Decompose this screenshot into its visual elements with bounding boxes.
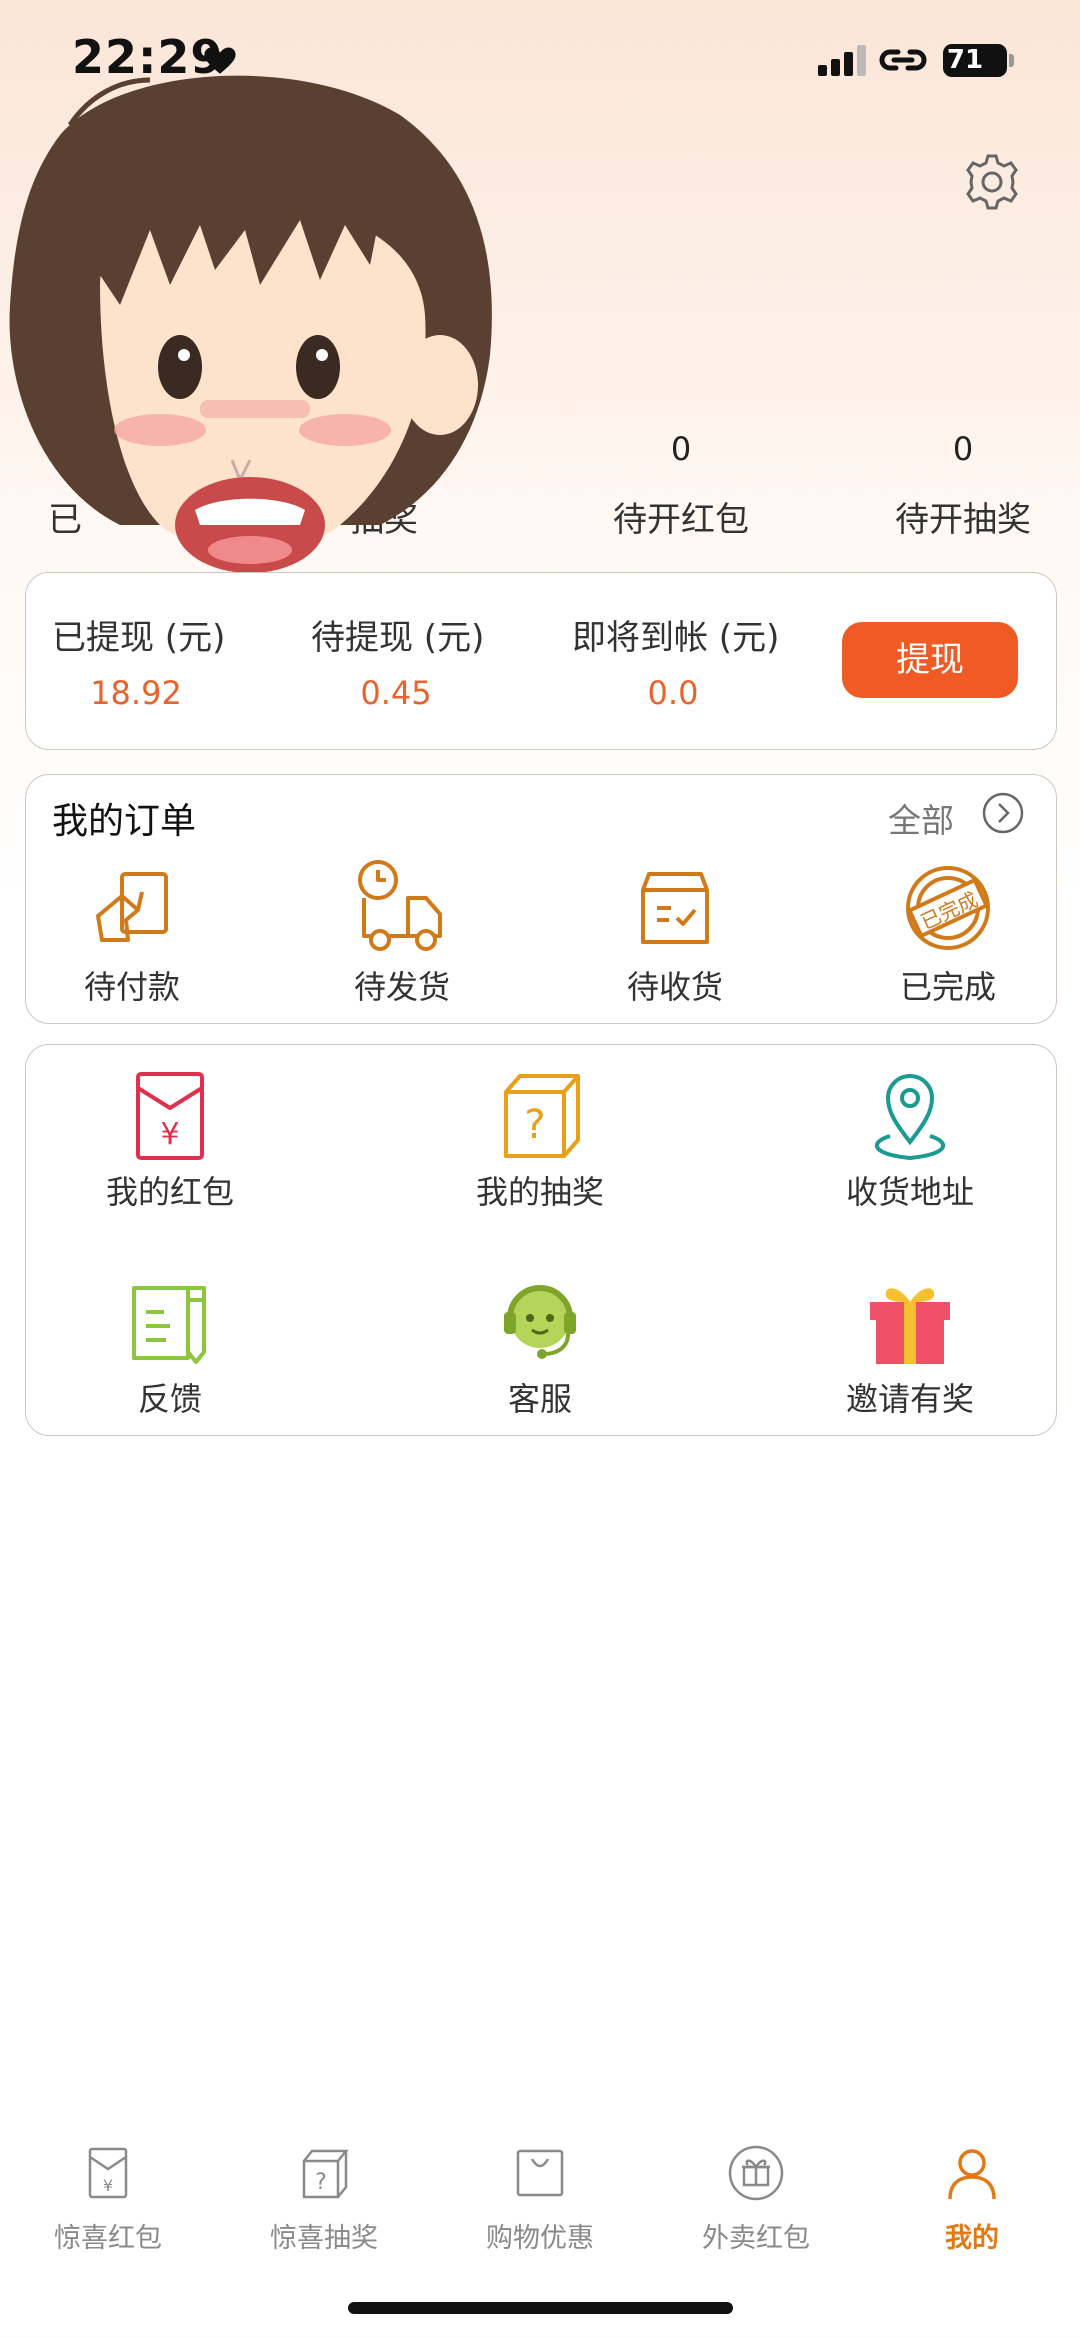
completed-stamp-icon[interactable]: 已完成 [898, 856, 998, 956]
arriving-label: 即将到帐 (元) [572, 618, 780, 658]
home-indicator[interactable] [348, 2302, 733, 2314]
gear-icon[interactable] [962, 152, 1022, 212]
withdraw-button[interactable]: 提现 [842, 622, 1018, 698]
customer-service-icon[interactable] [490, 1272, 590, 1372]
location-pin-icon[interactable] [860, 1066, 960, 1166]
stat-value: 0 [670, 430, 692, 468]
service-label[interactable]: 我的抽奖 [430, 1167, 650, 1213]
withdrawn-label: 已提现 (元) [52, 618, 226, 658]
battery-cap [1009, 54, 1014, 67]
service-label[interactable]: 我的红包 [60, 1167, 280, 1213]
withdrawn-value: 18.92 [90, 674, 182, 712]
tab-takeout-red-envelope[interactable]: 外卖红包 [666, 2216, 846, 2255]
chevron-right-icon[interactable] [982, 792, 1024, 834]
shopping-bag-icon[interactable] [510, 2143, 570, 2203]
package-box-icon[interactable] [625, 856, 725, 956]
pending-withdraw-value: 0.45 [360, 674, 432, 712]
link-icon [879, 49, 927, 71]
tab-mine[interactable]: 我的 [882, 2216, 1062, 2255]
red-envelope-icon[interactable]: ¥ [120, 1066, 220, 1166]
service-label[interactable]: 邀请有奖 [800, 1374, 1020, 1420]
stat-label-pending-red-envelope[interactable]: 待开红包 [551, 492, 811, 541]
feedback-icon[interactable] [120, 1272, 220, 1372]
tab-shopping-deals[interactable]: 购物优惠 [450, 2216, 630, 2255]
order-item-label[interactable]: 待发货 [292, 962, 512, 1008]
battery-icon: 71 [943, 44, 1007, 77]
service-label[interactable]: 客服 [430, 1374, 650, 1420]
tab-surprise-red-envelope[interactable]: 惊喜红包 [18, 2216, 198, 2255]
gift-icon[interactable] [860, 1272, 960, 1372]
order-item-label[interactable]: 待收货 [565, 962, 785, 1008]
yuan-symbol: ¥ [160, 1117, 179, 1152]
service-label[interactable]: 收货地址 [800, 1167, 1020, 1213]
battery-level: 71 [946, 45, 984, 75]
mystery-box-icon[interactable]: ? [490, 1066, 590, 1166]
stat-value: 0 [952, 430, 974, 468]
svg-text:?: ? [315, 2170, 327, 2195]
signal-icon [818, 44, 868, 76]
pending-withdraw-label: 待提现 (元) [311, 618, 485, 658]
arriving-value: 0.0 [647, 674, 699, 712]
user-icon[interactable] [942, 2143, 1002, 2203]
mystery-box-outline-icon[interactable]: ? [294, 2143, 354, 2203]
avatar[interactable] [0, 55, 510, 575]
red-envelope-outline-icon[interactable]: ¥ [78, 2143, 138, 2203]
order-item-label[interactable]: 已完成 [838, 962, 1058, 1008]
question-symbol: ? [524, 1102, 545, 1148]
stat-label-pending-lottery[interactable]: 待开抽奖 [833, 492, 1080, 541]
gift-circle-icon[interactable] [726, 2143, 786, 2203]
payment-icon[interactable] [82, 856, 182, 956]
order-item-label[interactable]: 待付款 [22, 962, 242, 1008]
svg-text:¥: ¥ [103, 2176, 113, 2195]
orders-all-link[interactable]: 全部 [888, 794, 954, 842]
orders-title: 我的订单 [52, 801, 197, 842]
delivery-truck-icon[interactable] [352, 856, 452, 956]
service-label[interactable]: 反馈 [60, 1374, 280, 1420]
tab-surprise-lottery[interactable]: 惊喜抽奖 [234, 2216, 414, 2255]
